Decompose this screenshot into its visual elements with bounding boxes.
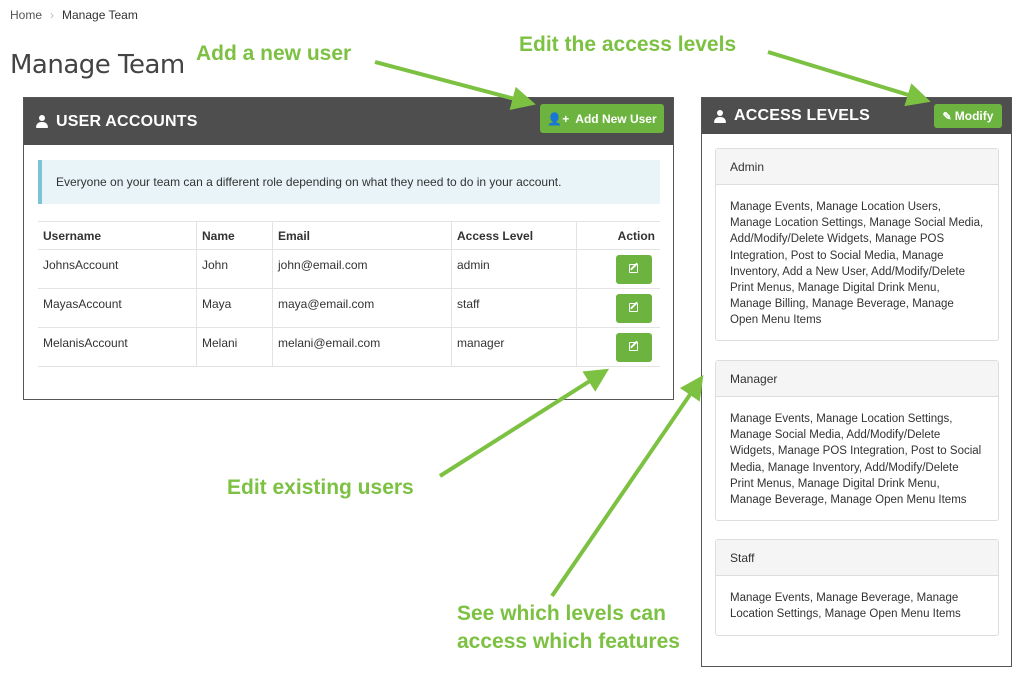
- arrow-edit-users: [438, 368, 610, 478]
- callout-see-levels-1: See which levels can: [457, 602, 666, 625]
- callout-see-levels-2: access which features: [457, 630, 680, 653]
- callout-edit-users: Edit existing users: [227, 476, 414, 499]
- callout-add-user: Add a new user: [196, 42, 352, 65]
- arrow-edit-access: [767, 50, 931, 107]
- annotation-arrows: [374, 50, 931, 598]
- arrow-add-user: [374, 60, 536, 110]
- callout-edit-access: Edit the access levels: [519, 33, 737, 56]
- arrow-see-levels: [550, 375, 704, 598]
